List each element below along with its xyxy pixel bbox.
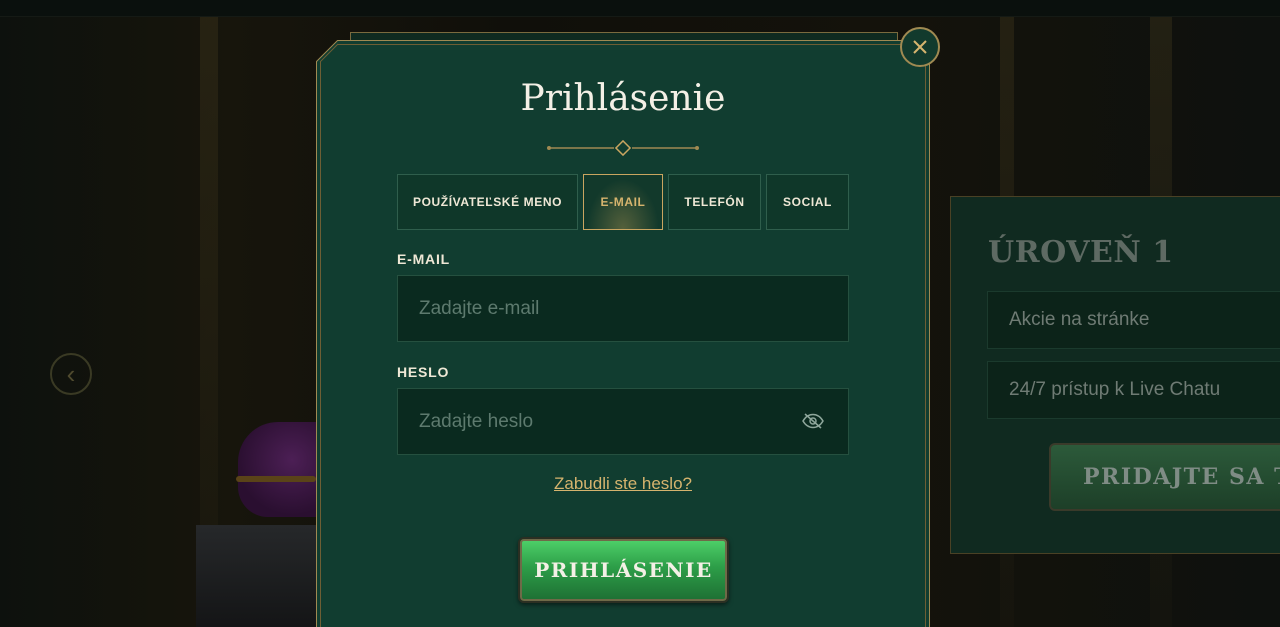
- close-button[interactable]: [900, 27, 940, 67]
- title-divider-ornament: [547, 140, 699, 156]
- forgot-password-link[interactable]: Zabudli ste heslo?: [554, 474, 692, 493]
- password-input[interactable]: [397, 388, 849, 455]
- level-benefit-item: 24/7 prístup k Live Chatu: [987, 361, 1280, 419]
- email-input[interactable]: [397, 275, 849, 342]
- background-cushion: [238, 422, 328, 517]
- tab-social[interactable]: SOCIAL: [766, 174, 849, 230]
- carousel-prev-button[interactable]: ‹: [50, 353, 92, 395]
- password-label: HESLO: [397, 364, 450, 380]
- tab-email[interactable]: E-MAIL: [583, 174, 663, 230]
- close-icon: [913, 40, 927, 54]
- forgot-password: Zabudli ste heslo?: [397, 474, 849, 494]
- password-visibility-toggle[interactable]: [800, 409, 826, 433]
- email-label: E-MAIL: [397, 251, 451, 267]
- level-benefit-item: Akcie na stránke: [987, 291, 1280, 349]
- level-card: ÚROVEŇ 1 Akcie na stránke 24/7 prístup k…: [950, 196, 1280, 554]
- background-rod: [236, 476, 316, 482]
- tab-username[interactable]: POUŽÍVATEĽSKÉ MENO: [397, 174, 578, 230]
- top-bar: [0, 0, 1280, 17]
- login-submit-button[interactable]: PRIHLÁSENIE: [518, 537, 729, 603]
- background-step: [196, 525, 326, 627]
- chevron-left-icon: ‹: [66, 359, 76, 389]
- join-button[interactable]: PRIDAJTE SA TE: [1049, 443, 1280, 511]
- level-title: ÚROVEŇ 1: [988, 235, 1174, 270]
- modal-title: Prihlásenie: [520, 78, 726, 119]
- tab-phone[interactable]: TELEFÓN: [668, 174, 761, 230]
- eye-slash-icon: [802, 413, 824, 429]
